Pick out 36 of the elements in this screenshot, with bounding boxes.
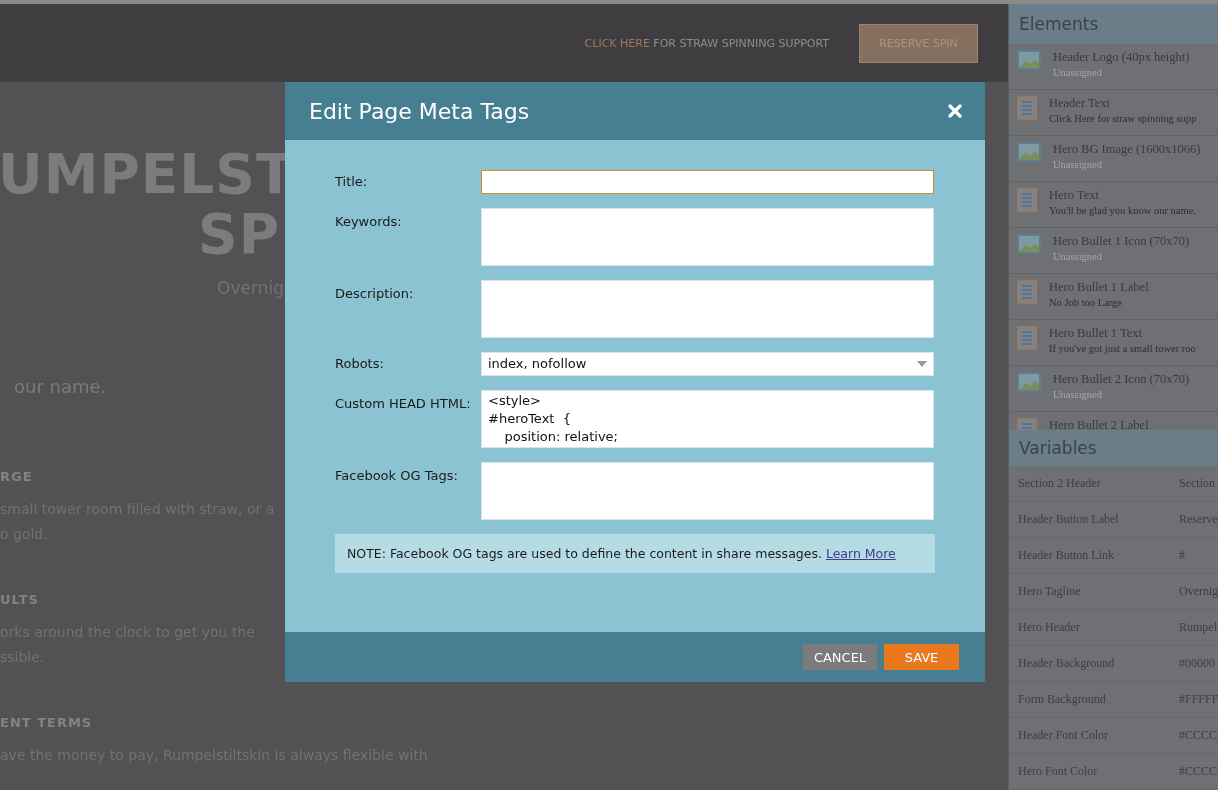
text-field[interactable] [481,170,934,194]
text-area[interactable] [481,280,934,338]
element-detail: If you've got just a small tower roo [1049,343,1196,354]
support-text: CLICK HERE FOR STRAW SPINNING SUPPORT [584,36,829,50]
text-area[interactable] [481,462,934,520]
cancel-button[interactable]: CANCEL [803,644,877,670]
document-icon [1017,326,1037,350]
document-icon [1017,96,1037,120]
field-label: Custom HEAD HTML: [335,395,472,413]
document-icon [1017,280,1037,304]
field-label: Facebook OG Tags: [335,467,459,485]
image-icon [1017,50,1041,70]
learn-more-link[interactable]: Learn More [825,546,896,561]
select-field[interactable]: index, nofollow [481,352,934,376]
field-label: Robots: [335,355,385,373]
image-icon [1017,372,1041,392]
panel-header: Elements [1009,4,1218,44]
element-detail: Click Here for straw spinning supp [1049,113,1197,124]
click-here-link[interactable]: CLICK HERE [584,36,650,50]
element-detail: You'll be glad you know our name. [1049,205,1196,216]
element-detail: No Job too Large [1049,297,1123,308]
text-area[interactable] [481,208,934,266]
field-label: Title: [335,173,369,191]
panel-header: Variables [1009,430,1218,466]
text-area[interactable]: <style> #heroText { position: relative; [481,390,934,448]
variable-value[interactable]: # [1179,548,1218,563]
save-button[interactable]: SAVE [884,644,959,670]
dialog-title: Edit Page Meta Tags [309,98,530,124]
caret-icon [917,361,927,367]
note-text: NOTE: Facebook OG tags are used to define the content in share messages. Learn More [335,534,935,573]
field-label: Description: [335,285,415,303]
field-label: Keywords: [335,213,403,231]
image-icon [1017,234,1041,254]
close-icon[interactable] [948,104,962,118]
image-icon [1017,142,1041,162]
document-icon [1017,188,1037,212]
